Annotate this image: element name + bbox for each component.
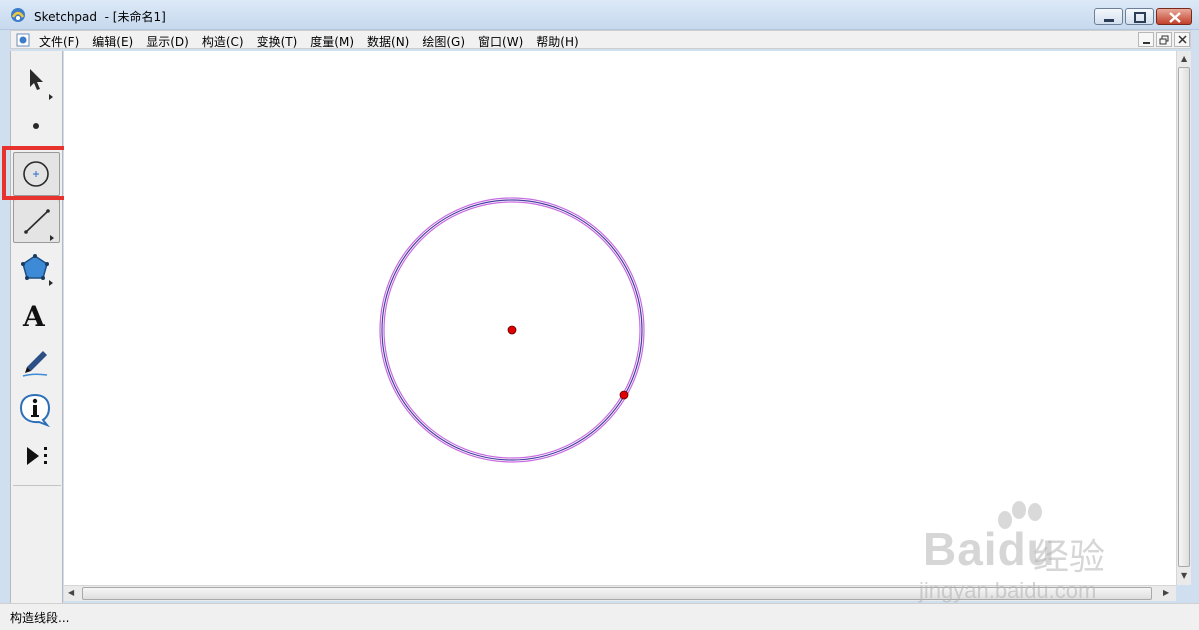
point-tool[interactable]: [13, 103, 60, 147]
menu-bar: 文件(F) 编辑(E) 显示(D) 构造(C) 变换(T) 度量(M) 数据(N…: [10, 30, 1191, 49]
information-tool[interactable]: [13, 387, 60, 431]
menu-help[interactable]: 帮助(H): [536, 32, 578, 51]
straightedge-tool-highlight: [2, 146, 70, 200]
scroll-left-arrow[interactable]: ◀: [68, 588, 74, 597]
sketch-canvas[interactable]: [64, 51, 1176, 585]
document-restore-button[interactable]: [1156, 32, 1172, 47]
vertical-scrollbar[interactable]: ▲ ▼: [1176, 51, 1191, 585]
polygon-tool[interactable]: [13, 247, 60, 291]
window-title: Sketchpad - [未命名1]: [34, 10, 166, 24]
maximize-button[interactable]: [1125, 8, 1154, 25]
marker-tool[interactable]: [13, 339, 60, 383]
center-point: [507, 325, 517, 335]
status-bar: 构造线段...: [0, 603, 1199, 630]
menu-measure[interactable]: 度量(M): [310, 32, 354, 51]
arrow-select-tool[interactable]: [13, 57, 60, 101]
close-button[interactable]: [1156, 8, 1192, 25]
vertical-scroll-thumb[interactable]: [1178, 67, 1190, 567]
document-icon[interactable]: [16, 33, 30, 47]
scroll-up-arrow[interactable]: ▲: [1181, 54, 1187, 63]
horizontal-scrollbar[interactable]: ◀ ▶: [64, 585, 1176, 601]
document-close-button[interactable]: [1174, 32, 1190, 47]
scroll-down-arrow[interactable]: ▼: [1181, 571, 1187, 580]
toolbox-divider: [13, 485, 61, 486]
document-minimize-button[interactable]: [1138, 32, 1154, 47]
scroll-right-arrow[interactable]: ▶: [1163, 588, 1169, 597]
custom-tool[interactable]: [13, 435, 60, 479]
menu-transform[interactable]: 变换(T): [257, 32, 298, 51]
menu-construct[interactable]: 构造(C): [202, 32, 244, 51]
menu-window[interactable]: 窗口(W): [478, 32, 523, 51]
text-tool[interactable]: A: [13, 293, 60, 337]
svg-text:A: A: [22, 300, 46, 333]
menu-graph[interactable]: 绘图(G): [422, 32, 465, 51]
menu-display[interactable]: 显示(D): [146, 32, 189, 51]
radius-point: [619, 390, 629, 400]
menu-file[interactable]: 文件(F): [39, 32, 79, 51]
minimize-button[interactable]: [1094, 8, 1123, 25]
sketchpad-app-icon[interactable]: [10, 7, 26, 23]
menu-edit[interactable]: 编辑(E): [92, 32, 133, 51]
menu-data[interactable]: 数据(N): [367, 32, 409, 51]
toolbox: A: [10, 51, 63, 603]
straightedge-tool[interactable]: [13, 199, 60, 243]
title-bar: Sketchpad - [未命名1]: [0, 0, 1199, 30]
horizontal-scroll-thumb[interactable]: [82, 587, 1152, 600]
status-text: 构造线段...: [10, 611, 70, 625]
